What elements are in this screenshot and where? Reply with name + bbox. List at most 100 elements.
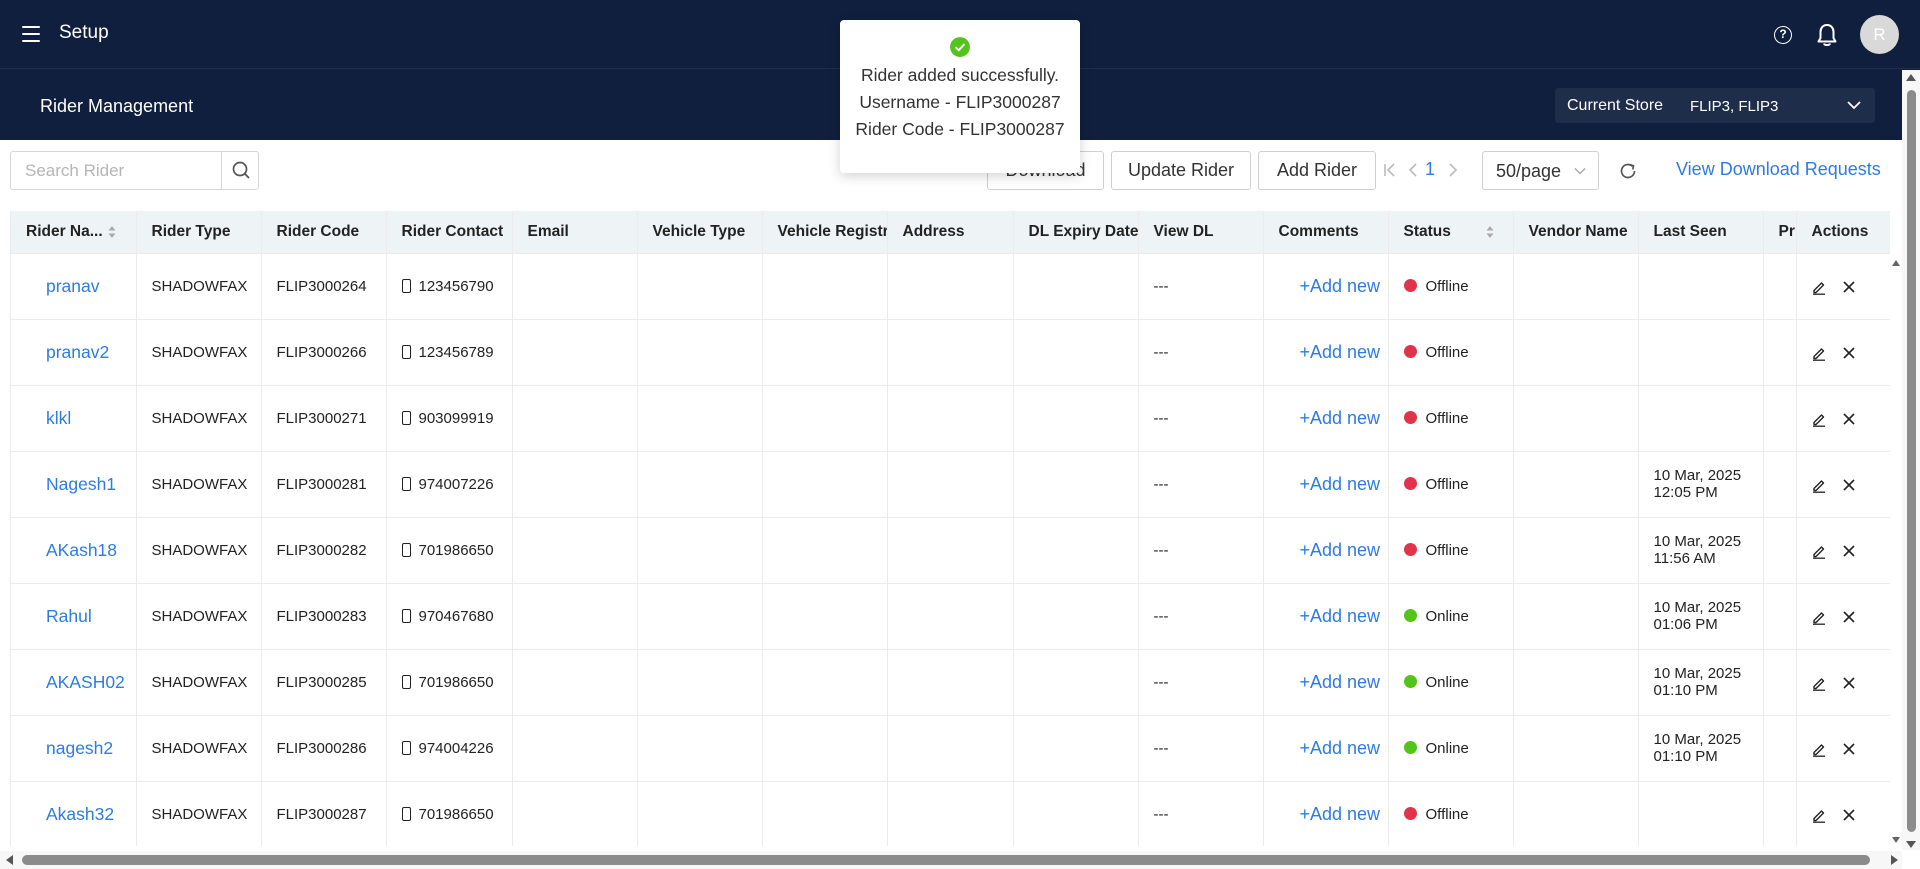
edit-icon[interactable]	[1811, 411, 1827, 427]
close-icon[interactable]	[1841, 411, 1857, 427]
add-comment-link[interactable]: +Add new	[1263, 385, 1389, 452]
scroll-left-arrow-icon[interactable]	[6, 855, 13, 865]
rider-contact-value: 123456789	[418, 343, 494, 361]
update-rider-button[interactable]: Update Rider	[1111, 151, 1251, 190]
scroll-down-arrow-icon[interactable]	[1892, 837, 1900, 843]
bell-icon[interactable]	[1816, 22, 1838, 48]
rider-name-link[interactable]: AKASH02	[46, 672, 125, 692]
add-comment-link[interactable]: +Add new	[1263, 715, 1389, 782]
question-circle-icon[interactable]: ?	[1774, 26, 1792, 44]
view-download-requests-link[interactable]: View Download Requests	[1676, 159, 1881, 180]
table-row: Rahul SHADOWFAX FLIP3000283 970467680 --- +Ad…	[11, 583, 1890, 650]
view-dl-cell: ---	[1138, 517, 1264, 584]
rider-contact-cell: 970467680	[386, 583, 513, 650]
edit-icon[interactable]	[1811, 279, 1827, 295]
store-selector[interactable]: Current Store FLIP3, FLIP3	[1555, 88, 1875, 123]
hamburger-menu-icon[interactable]	[22, 26, 40, 42]
rider-contact-cell: 123456790	[386, 253, 513, 320]
page-vertical-scrollbar[interactable]	[1902, 70, 1920, 850]
actions-cell	[1796, 319, 1890, 386]
rider-contact-cell: 974007226	[386, 451, 513, 518]
status-text: Offline	[1425, 805, 1469, 823]
edit-icon[interactable]	[1811, 741, 1827, 757]
rider-name-link[interactable]: Rahul	[46, 606, 92, 626]
scroll-down-arrow-icon[interactable]	[1906, 841, 1916, 848]
column-header-vehicle-registration: Vehicle Registrati	[762, 211, 888, 254]
edit-icon[interactable]	[1811, 345, 1827, 361]
close-icon[interactable]	[1841, 345, 1857, 361]
column-header-rider-name[interactable]: Rider Na...	[11, 211, 137, 254]
rider-name-link[interactable]: klkl	[46, 408, 71, 428]
dl-expiry-cell	[1013, 253, 1139, 320]
add-comment-link[interactable]: +Add new	[1263, 583, 1389, 650]
rider-contact-value: 974007226	[418, 475, 494, 493]
close-icon[interactable]	[1841, 741, 1857, 757]
scrollbar-thumb[interactable]	[1907, 90, 1916, 832]
app-title: Setup	[59, 22, 109, 43]
rider-name-link[interactable]: pranav	[46, 276, 100, 296]
store-label: Current Store	[1567, 97, 1664, 114]
current-page-number[interactable]: 1	[1425, 159, 1435, 180]
avatar[interactable]: R	[1860, 15, 1899, 54]
edit-icon[interactable]	[1811, 477, 1827, 493]
edit-icon[interactable]	[1811, 675, 1827, 691]
close-icon[interactable]	[1841, 543, 1857, 559]
status-text: Online	[1425, 673, 1469, 691]
pr-cell	[1763, 451, 1797, 518]
pr-cell	[1763, 253, 1797, 320]
column-header-address: Address	[887, 211, 1014, 254]
add-comment-link[interactable]: +Add new	[1263, 649, 1389, 716]
close-icon[interactable]	[1841, 609, 1857, 625]
last-seen-time: 01:10 PM	[1653, 682, 1718, 699]
add-comment-link[interactable]: +Add new	[1263, 253, 1389, 320]
rider-contact-cell: 123456789	[386, 319, 513, 386]
edit-icon[interactable]	[1811, 807, 1827, 823]
edit-icon[interactable]	[1811, 609, 1827, 625]
add-comment-link[interactable]: +Add new	[1263, 319, 1389, 386]
rider-name-link[interactable]: AKash18	[46, 540, 117, 560]
search-button[interactable]	[221, 152, 259, 189]
email-cell	[512, 385, 638, 452]
add-rider-button[interactable]: Add Rider	[1258, 151, 1376, 190]
page-size-value: 50/page	[1496, 161, 1562, 181]
vehicle-type-cell	[637, 649, 763, 716]
rider-name-link[interactable]: Nagesh1	[46, 474, 116, 494]
add-comment-link[interactable]: +Add new	[1263, 517, 1389, 584]
refresh-icon[interactable]	[1618, 161, 1638, 181]
scroll-up-arrow-icon[interactable]	[1906, 74, 1916, 81]
dl-expiry-cell	[1013, 715, 1139, 782]
scrollbar-thumb[interactable]	[22, 855, 1870, 865]
first-page-icon[interactable]	[1383, 161, 1397, 179]
next-page-icon[interactable]	[1446, 161, 1460, 179]
sort-icon[interactable]	[108, 224, 116, 240]
rider-name-link[interactable]: nagesh2	[46, 738, 113, 758]
table-vertical-scrollbar[interactable]	[1891, 258, 1902, 843]
rider-type-cell: SHADOWFAX	[136, 319, 262, 386]
edit-icon[interactable]	[1811, 543, 1827, 559]
status-dot-icon	[1403, 410, 1417, 424]
close-icon[interactable]	[1841, 279, 1857, 295]
column-header-rider-code: Rider Code	[261, 211, 387, 254]
last-seen-date: 10 Mar, 2025	[1653, 467, 1742, 484]
column-header-status[interactable]: Status	[1388, 211, 1514, 254]
email-cell	[512, 517, 638, 584]
table-header-row: Rider Na... Rider Type Rider Code Rider …	[11, 211, 1890, 254]
chevron-down-icon	[1574, 167, 1586, 175]
add-comment-link[interactable]: +Add new	[1263, 451, 1389, 518]
close-icon[interactable]	[1841, 477, 1857, 493]
search-input[interactable]	[11, 152, 221, 189]
close-icon[interactable]	[1841, 675, 1857, 691]
rider-name-link[interactable]: Akash32	[46, 804, 114, 824]
prev-page-icon[interactable]	[1406, 161, 1420, 179]
status-dot-icon	[1403, 608, 1417, 622]
page-size-select[interactable]: 50/page	[1482, 151, 1599, 190]
vendor-name-cell	[1513, 517, 1639, 584]
horizontal-scrollbar[interactable]	[0, 851, 1902, 869]
sort-icon[interactable]	[1486, 224, 1494, 240]
actions-cell	[1796, 517, 1890, 584]
close-icon[interactable]	[1841, 807, 1857, 823]
rider-name-link[interactable]: pranav2	[46, 342, 109, 362]
scroll-up-arrow-icon[interactable]	[1892, 260, 1900, 266]
scroll-right-arrow-icon[interactable]	[1891, 855, 1898, 865]
add-comment-link[interactable]: +Add new	[1263, 781, 1389, 846]
